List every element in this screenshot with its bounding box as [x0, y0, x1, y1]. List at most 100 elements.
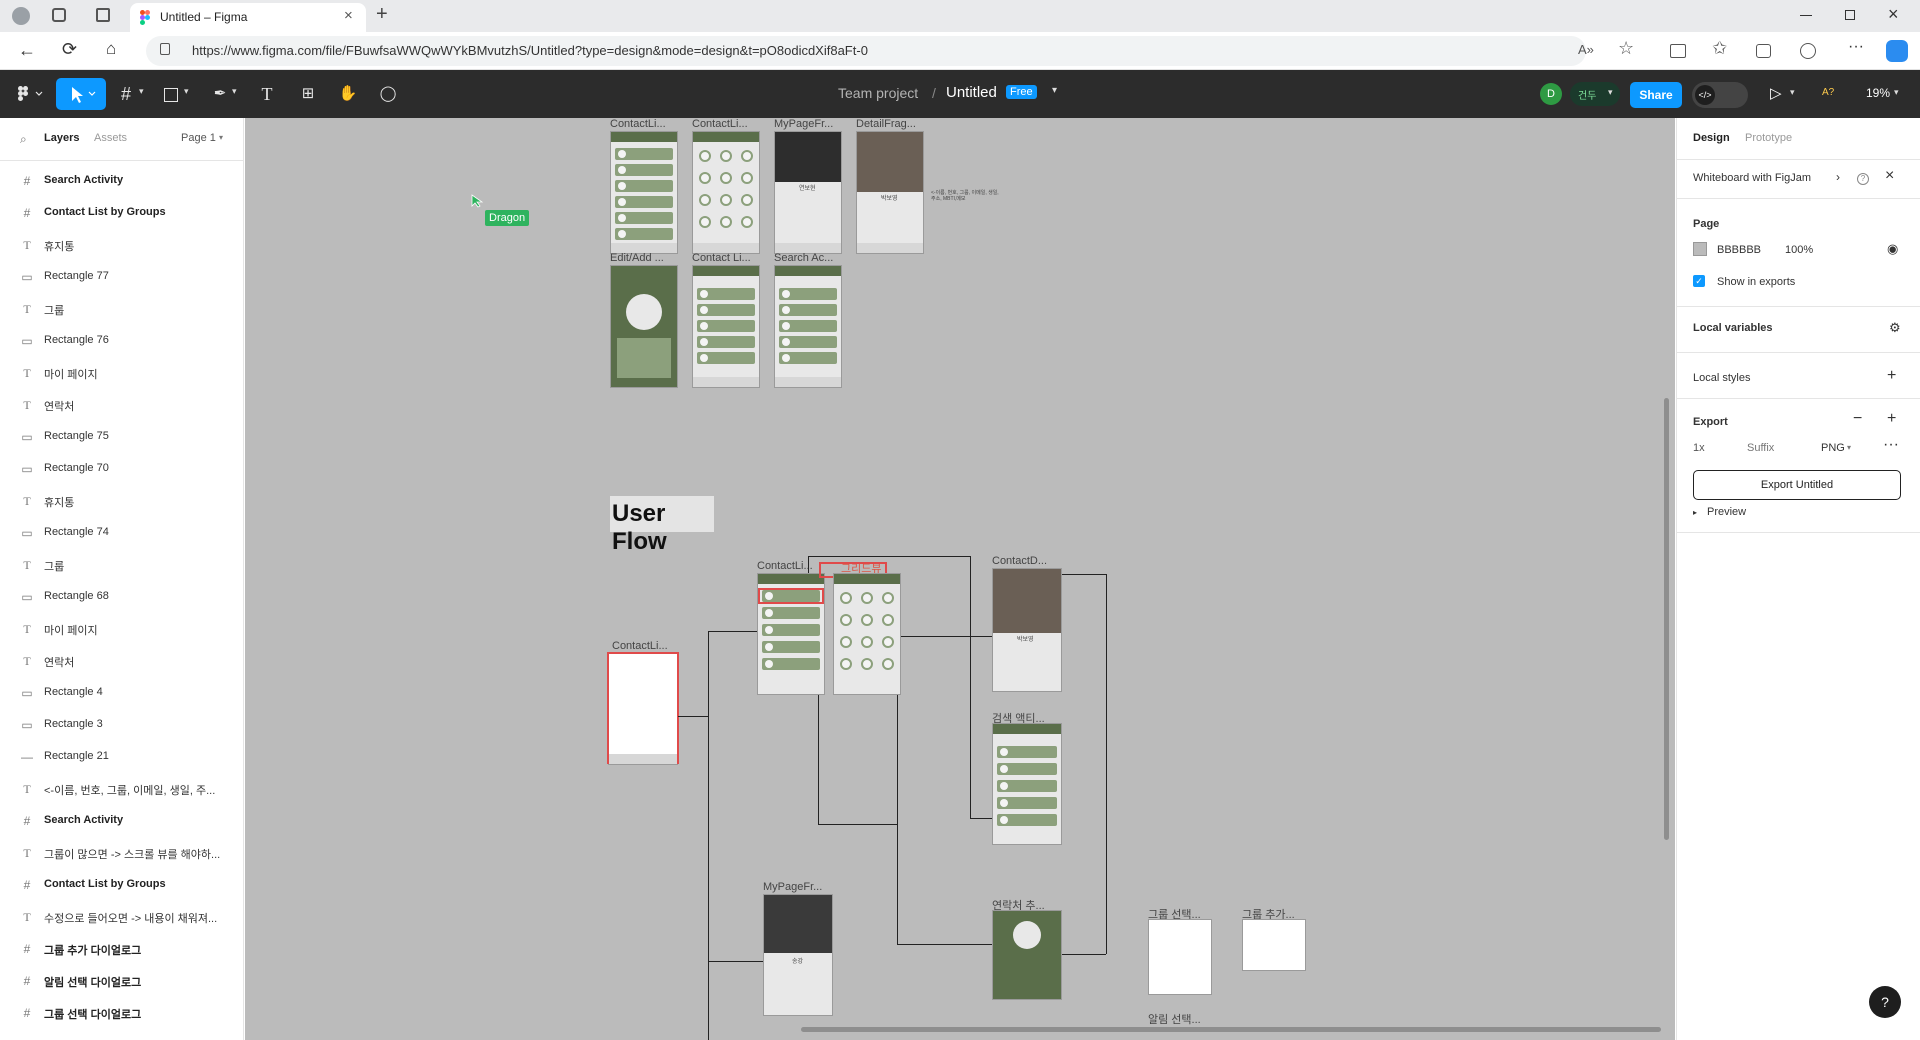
layer-item[interactable]: T 휴지통 — [0, 485, 243, 517]
layer-item[interactable]: T 연락처 — [0, 389, 243, 421]
layer-item[interactable]: T 수정으로 들어오면 -> 내용이 채워져... — [0, 901, 243, 933]
page-color-value[interactable]: BBBBBB — [1717, 244, 1761, 256]
back-icon[interactable]: ← — [18, 40, 36, 61]
zoom-level[interactable]: 19% — [1866, 86, 1890, 100]
page-selector-chevron-icon[interactable]: ▾ — [219, 133, 223, 142]
tab-assets[interactable]: Assets — [94, 132, 127, 144]
export-scale-select[interactable]: 1x — [1693, 442, 1705, 454]
ai-assistant-label[interactable]: A? — [1822, 87, 1834, 98]
preview-expand-icon[interactable]: ▸ — [1693, 508, 1697, 517]
layer-item[interactable]: ▭ Rectangle 4 — [0, 677, 243, 709]
layer-item[interactable]: T 연락처 — [0, 645, 243, 677]
contactlist-groups-frame[interactable] — [692, 265, 760, 388]
layer-item[interactable]: T 그룹 — [0, 293, 243, 325]
design-canvas[interactable]: Dragon ContactLi... ContactLi... MyPageF… — [245, 118, 1675, 1040]
main-menu-icon[interactable] — [8, 78, 48, 110]
minimize-icon[interactable] — [1800, 15, 1812, 16]
export-format-select[interactable]: PNG — [1821, 442, 1845, 454]
frame-label-search[interactable]: Search Ac... — [774, 252, 833, 264]
share-button[interactable]: Share — [1630, 82, 1682, 108]
move-tool-button[interactable] — [56, 78, 106, 110]
frame-tool-chevron-icon[interactable]: ▾ — [139, 86, 144, 97]
page-opacity-value[interactable]: 100% — [1785, 244, 1813, 256]
close-icon[interactable]: × — [1885, 167, 1894, 185]
layer-item[interactable]: ▭ Rectangle 70 — [0, 453, 243, 485]
close-window-icon[interactable]: × — [1888, 4, 1899, 25]
reload-icon[interactable]: ⟳ — [62, 39, 77, 60]
flow-contact-detail-frame[interactable]: 박보영 — [992, 568, 1062, 692]
split-screen-icon[interactable] — [1670, 44, 1686, 58]
search-frame[interactable] — [774, 265, 842, 388]
favorites-icon[interactable]: ✩ — [1712, 38, 1727, 59]
active-tab[interactable]: Untitled – Figma × — [130, 3, 366, 32]
read-aloud-icon[interactable]: A» — [1578, 42, 1594, 57]
visibility-eye-icon[interactable]: ◉ — [1887, 241, 1898, 257]
layer-item[interactable]: ▭ Rectangle 3 — [0, 709, 243, 741]
detail-frame[interactable]: 박보영 — [856, 131, 924, 254]
collections-icon[interactable] — [1756, 44, 1771, 58]
flow-label-contact-list[interactable]: ContactLi... — [757, 560, 813, 572]
flow-left-list-frame[interactable] — [607, 652, 679, 765]
flow-grid-frame[interactable] — [833, 573, 901, 695]
layer-item[interactable]: ▭ Rectangle 77 — [0, 261, 243, 293]
layer-item[interactable]: ▭ Rectangle 75 — [0, 421, 243, 453]
export-button[interactable]: Export Untitled — [1693, 470, 1901, 500]
restore-icon[interactable] — [1845, 10, 1855, 20]
page-color-swatch[interactable] — [1693, 242, 1707, 256]
edit-add-frame[interactable] — [610, 265, 678, 388]
layer-item[interactable]: T 그룹이 많으면 -> 스크롤 뷰를 해야하... — [0, 837, 243, 869]
remove-export-icon[interactable]: − — [1853, 410, 1862, 428]
user-avatar[interactable]: D — [1540, 83, 1562, 105]
layer-item[interactable]: ▭ Rectangle 68 — [0, 581, 243, 613]
shape-tool-chevron-icon[interactable]: ▾ — [184, 86, 189, 97]
copilot-icon[interactable] — [1886, 40, 1908, 62]
show-in-exports-checkbox[interactable]: ✓ — [1693, 275, 1705, 287]
variables-settings-icon[interactable]: ⚙ — [1889, 320, 1901, 336]
frame-tool-icon[interactable]: # — [114, 82, 138, 106]
layer-item[interactable]: # Contact List by Groups — [0, 869, 243, 901]
dev-mode-toggle[interactable]: </> — [1692, 82, 1748, 108]
zoom-chevron-icon[interactable]: ▾ — [1894, 87, 1899, 98]
user-flow-title-box[interactable]: User Flow — [610, 496, 714, 555]
text-tool-icon[interactable]: T — [255, 82, 279, 106]
info-icon[interactable]: ? — [1857, 173, 1869, 185]
canvas-vertical-scrollbar[interactable] — [1664, 398, 1669, 840]
mypage-frame[interactable]: 연보현 — [774, 131, 842, 254]
add-export-icon[interactable]: + — [1887, 410, 1896, 428]
present-play-icon[interactable]: ▷ — [1770, 84, 1782, 102]
flow-search-frame[interactable] — [992, 723, 1062, 845]
export-more-icon[interactable]: ··· — [1883, 436, 1899, 454]
frame-label-edit-add[interactable]: Edit/Add ... — [610, 252, 664, 264]
tab-layers[interactable]: Layers — [44, 132, 79, 144]
close-tab-icon[interactable]: × — [344, 7, 353, 24]
frame-label-contactlist-2[interactable]: ContactLi... — [692, 118, 748, 130]
tab-actions-icon[interactable] — [96, 8, 110, 22]
flow-group-select-frame[interactable] — [1148, 919, 1212, 995]
flow-label-alarm-select[interactable]: 알림 선택... — [1148, 1011, 1201, 1027]
present-chevron-icon[interactable]: ▾ — [1790, 87, 1795, 98]
layer-item[interactable]: T <-이름, 번호, 그룹, 이메일, 생일, 주... — [0, 773, 243, 805]
layer-item[interactable]: # Search Activity — [0, 805, 243, 837]
flow-add-contact-frame[interactable] — [992, 910, 1062, 1000]
browser-essentials-icon[interactable] — [1800, 43, 1816, 59]
frame-label-contactlist-groups[interactable]: Contact Li... — [692, 252, 751, 264]
url-field[interactable]: https://www.figma.com/file/FBuwfsaWWQwWY… — [146, 36, 1586, 66]
layer-item[interactable]: # 그룹 추가 다이얼로그 — [0, 933, 243, 965]
tab-prototype[interactable]: Prototype — [1745, 132, 1792, 144]
flow-label-contact-detail[interactable]: ContactD... — [992, 555, 1047, 567]
layer-item[interactable]: # 그룹 선택 다이얼로그 — [0, 997, 243, 1029]
flow-label-mypage[interactable]: MyPageFr... — [763, 881, 822, 893]
hand-tool-icon[interactable]: ✋ — [336, 82, 360, 106]
tab-design[interactable]: Design — [1693, 132, 1730, 144]
shape-tool-icon[interactable] — [164, 88, 178, 102]
local-variables-label[interactable]: Local variables — [1693, 322, 1773, 334]
profile-icon[interactable] — [12, 7, 30, 25]
more-icon[interactable]: ··· — [1848, 38, 1864, 56]
export-suffix-input[interactable] — [1747, 438, 1807, 458]
home-icon[interactable]: ⌂ — [106, 39, 116, 59]
page-selector[interactable]: Page 1 — [181, 132, 216, 144]
resources-tool-icon[interactable]: ⊞ — [296, 82, 320, 106]
layer-item[interactable]: T 마이 페이지 — [0, 613, 243, 645]
layer-item[interactable]: T 휴지통 — [0, 229, 243, 261]
flow-group-add-frame[interactable] — [1242, 919, 1306, 971]
